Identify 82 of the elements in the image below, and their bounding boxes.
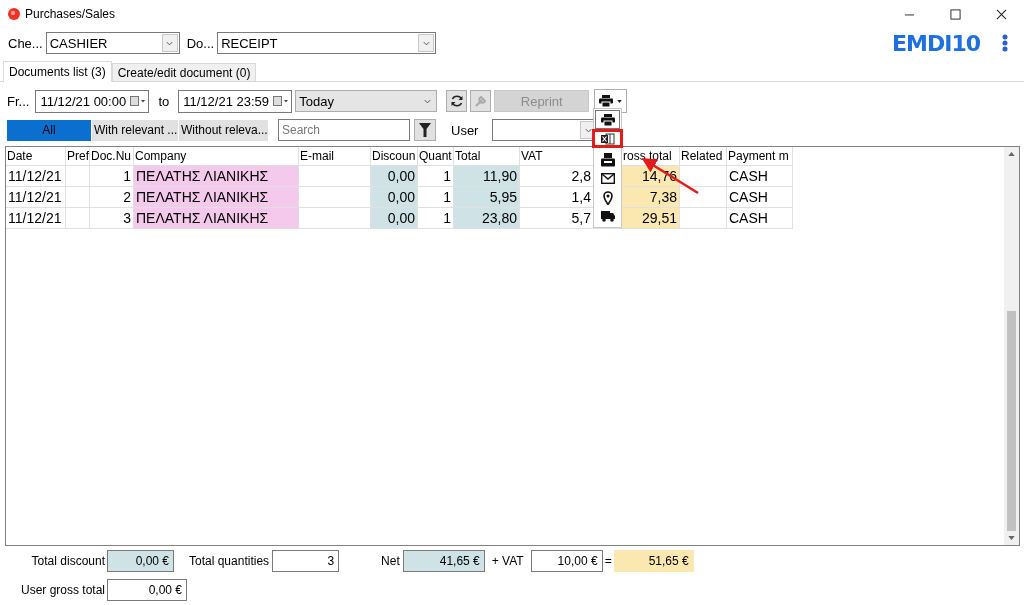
filter-tab[interactable]: All [7,119,91,141]
user-gross-total-field: 0,00 € [107,579,187,601]
column-header[interactable]: Pref [66,147,90,166]
funnel-icon [419,123,431,137]
table-cell: ΠΕΛΑΤΗΣ ΛΙΑΝΙΚΗΣ [134,187,299,208]
total-quantities-label: Total quantities [189,554,270,568]
document-type-dropdown[interactable]: RECEIPT [217,32,437,54]
table-cell: CASH [727,187,793,208]
refresh-button[interactable] [446,90,468,112]
gross-total-field: 51,65 € [613,550,694,572]
app-icon [8,8,20,20]
table-cell: CASH [727,166,793,187]
printer-icon [600,152,615,167]
cashier-label: Che... [8,35,43,51]
refresh-icon [449,94,464,108]
wrench-icon [473,94,488,108]
up-arrow-icon [1008,152,1015,156]
table-cell: 0,00 [371,208,418,229]
table-cell: 11/12/21 [6,208,66,229]
calendar-icon [273,96,290,106]
column-header[interactable]: Date [6,147,66,166]
vat-label: + VAT [491,554,524,568]
column-header[interactable]: Related [680,147,727,166]
table-cell: 23,80 [454,208,520,229]
table-cell: 11/12/21 [6,187,66,208]
caret-icon [617,99,623,103]
column-header[interactable]: Payment m [727,147,793,166]
kebab-menu-icon[interactable] [1002,34,1008,52]
equals-sign: = [604,554,612,568]
calendar-icon [130,96,147,106]
user-label: User [451,122,479,138]
column-header[interactable]: Doc.Nu [90,147,134,166]
location-pin-icon [602,190,613,205]
column-header[interactable]: E-mail [299,147,371,166]
table-cell [66,208,90,229]
spreadsheet-icon [600,132,615,145]
table-cell: 5,95 [454,187,520,208]
maximize-icon[interactable] [949,8,961,20]
filter-tab[interactable]: Without releva... [179,119,268,141]
envelope-icon [600,173,615,184]
table-cell: ΠΕΛΑΤΗΣ ΛΙΑΝΙΚΗΣ [134,208,299,229]
total-discount-field: 0,00 € [107,550,174,572]
to-label: to [158,93,170,109]
down-arrow-icon [1008,536,1015,540]
user-gross-total-label: User gross total [19,583,105,597]
document-type-label: Do... [186,35,215,51]
cashier-dropdown[interactable]: CASHIER [45,32,180,54]
vat-field: 10,00 € [530,550,603,572]
net-field: 41,65 € [402,550,485,572]
table-cell [680,187,727,208]
from-date-field[interactable]: 11/12/21 00:00 [35,89,150,113]
table-cell [66,166,90,187]
printer-icon [600,113,615,126]
filter-tab[interactable]: With relevant ... [92,119,178,141]
search-field[interactable]: Search [278,119,410,141]
column-header[interactable]: Quant [418,147,454,166]
menu-item[interactable] [592,129,623,148]
to-date-field[interactable]: 11/12/21 23:59 [178,89,293,113]
table-cell [680,166,727,187]
table-cell [680,208,727,229]
table-cell: 11/12/21 [6,166,66,187]
total-discount-label: Total discount [30,554,105,568]
table-cell: ΠΕΛΑΤΗΣ ΛΙΑΝΙΚΗΣ [134,166,299,187]
menu-item[interactable] [595,110,620,129]
period-dropdown[interactable]: Today [295,90,438,112]
tab[interactable]: Create/edit document (0) [111,63,257,81]
scrollbar[interactable] [1004,147,1019,545]
truck-icon [600,211,615,222]
scrollbar-thumb[interactable] [1007,311,1016,531]
logo: EMDI10 [892,30,980,56]
table-cell [66,187,90,208]
table-cell: 0,00 [371,166,418,187]
total-quantities-field: 3 [272,550,340,572]
table-cell: 0,00 [371,187,418,208]
close-icon[interactable] [995,8,1007,20]
table-cell: 11,90 [454,166,520,187]
filter-button[interactable] [414,119,436,141]
table-cell: CASH [727,208,793,229]
window-title: Purchases/Sales [25,7,116,21]
tab[interactable]: Documents list (3) [3,61,112,82]
net-label: Net [381,554,400,568]
from-label: Fr... [7,93,30,109]
